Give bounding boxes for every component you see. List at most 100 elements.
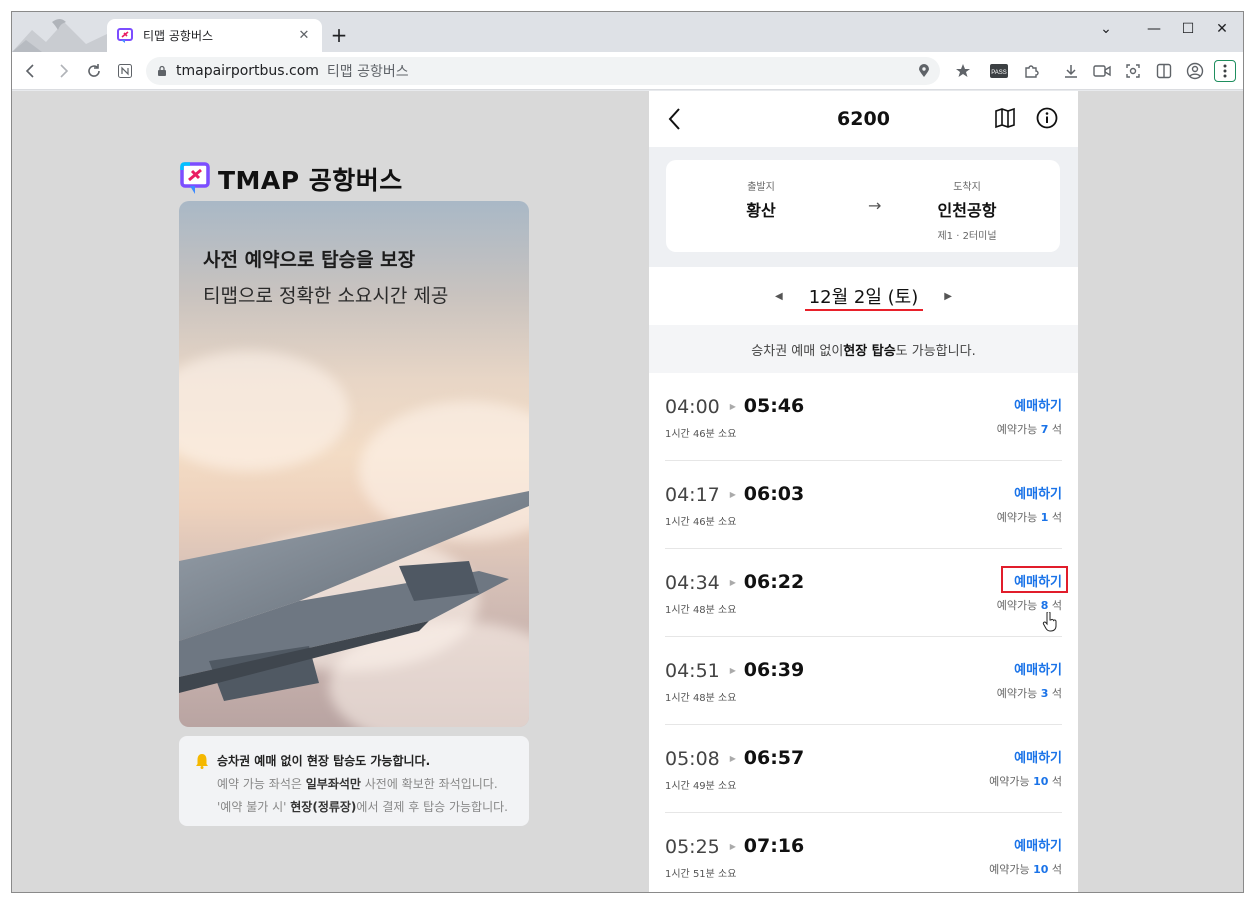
tab-strip: 티맵 공항버스 ✕ + ⌄ — ☐ ✕ (12, 12, 1243, 52)
hand-pointer-icon (1042, 612, 1057, 632)
departure-row: 04:17 ▶ 06:03 1시간 46분 소요 예매하기예약가능 1 석 (665, 461, 1062, 549)
tab-close-icon[interactable]: ✕ (296, 28, 312, 43)
origin: 출발지 황산 (696, 178, 826, 221)
route-section: 출발지 황산 → 도착지 인천공항 제1 · 2터미널 (649, 147, 1078, 267)
departure-time: 04:17 (665, 484, 720, 506)
location-pin-icon[interactable] (918, 64, 930, 78)
departure-row: 04:00 ▶ 05:46 1시간 46분 소요 예매하기 예약가능 7 석 (665, 373, 1062, 461)
hero-banner-image: 사전 예약으로 탑승을 보장 티맵으로 정확한 소요시간 제공 (179, 201, 529, 727)
profile-avatar-icon[interactable] (1184, 60, 1206, 82)
map-icon[interactable] (994, 107, 1016, 129)
book-button[interactable]: 예매하기 (1014, 395, 1062, 414)
tmap-favicon-icon (117, 27, 133, 43)
duration: 1시간 46분 소요 (665, 429, 737, 440)
maximize-button[interactable]: ☐ (1174, 18, 1202, 40)
caret-right-icon: ▶ (729, 754, 736, 763)
tab-active[interactable]: 티맵 공항버스 ✕ (107, 19, 322, 52)
route-card: 출발지 황산 → 도착지 인천공항 제1 · 2터미널 (666, 160, 1060, 252)
hero-title: 사전 예약으로 탑승을 보장 (203, 249, 416, 271)
boarding-notice: 승차권 예매 없이 현장 탑승도 가능합니다. 예약 가능 좌석은 일부좌석만 … (179, 736, 529, 826)
destination-name: 인천공항 (937, 201, 997, 220)
close-window-button[interactable]: ✕ (1208, 18, 1236, 40)
book-button-highlight (1001, 566, 1068, 593)
video-record-icon[interactable] (1091, 60, 1113, 82)
notice-line-2: '예약 불가 시' 현장(정류장)에서 결제 후 탑승 가능합니다. (217, 800, 508, 814)
seat-availability: 예약가능 10 석 (989, 863, 1062, 876)
seat-availability: 예약가능 3 석 (996, 687, 1062, 700)
brand-logo[interactable]: TMAP 공항버스 (180, 161, 403, 197)
arrival-time: 05:46 (743, 395, 805, 417)
book-button[interactable]: 예매하기 (1014, 659, 1062, 678)
prev-date-button[interactable]: ◀ (775, 291, 783, 302)
reload-icon[interactable] (83, 60, 105, 82)
origin-label: 출발지 (747, 182, 775, 193)
side-panel-icon[interactable] (1153, 60, 1175, 82)
selected-date[interactable]: 12월 2일 (토) (809, 283, 919, 309)
arrival-time: 06:22 (743, 571, 805, 593)
caret-right-icon: ▶ (729, 666, 736, 675)
address-bar[interactable]: tmapairportbus.com 티맵 공항버스 (146, 57, 940, 85)
bookmark-star-icon[interactable] (952, 60, 974, 82)
screenshot-icon[interactable] (1122, 60, 1144, 82)
next-date-button[interactable]: ▶ (944, 291, 952, 302)
duration: 1시간 48분 소요 (665, 605, 737, 616)
arrival-time: 06:57 (743, 747, 805, 769)
extensions-puzzle-icon[interactable] (1020, 60, 1042, 82)
tab-search-chevron-icon[interactable]: ⌄ (1092, 18, 1120, 40)
browser-toolbar: tmapairportbus.com 티맵 공항버스 PASS (12, 52, 1243, 90)
caret-right-icon: ▶ (729, 490, 736, 499)
departure-row: 04:51 ▶ 06:39 1시간 48분 소요 예매하기예약가능 3 석 (665, 637, 1062, 725)
destination-terminal: 제1 · 2터미널 (937, 231, 997, 242)
naver-extension-icon[interactable] (114, 60, 136, 82)
seat-availability: 예약가능 1 석 (996, 511, 1062, 524)
departure-time: 05:25 (665, 836, 720, 858)
departure-row: 05:08 ▶ 06:57 1시간 49분 소요 예매하기예약가능 10 석 (665, 725, 1062, 813)
arrival-time: 06:39 (743, 659, 805, 681)
new-tab-button[interactable]: + (328, 24, 350, 46)
book-button[interactable]: 예매하기 (1014, 835, 1062, 854)
bus-schedule-panel: 6200 출발지 황산 → 도착지 인천공항 제1 · 2터미널 ◀ 12월 2… (649, 91, 1078, 892)
available-seat-count: 10 (1033, 775, 1049, 788)
departure-row: 04:34 ▶ 06:22 1시간 48분 소요 예매하기 예약가능 8 석 (665, 549, 1068, 637)
hero-subtitle: 티맵으로 정확한 소요시간 제공 (203, 285, 449, 307)
arrival-time: 07:16 (743, 835, 805, 857)
seat-availability: 예약가능 7 석 (996, 423, 1062, 436)
duration: 1시간 48분 소요 (665, 693, 737, 704)
menu-kebab-icon[interactable] (1214, 60, 1236, 82)
caret-right-icon: ▶ (729, 842, 736, 851)
origin-name: 황산 (746, 201, 776, 220)
departure-time: 04:51 (665, 660, 720, 682)
theme-artwork (12, 12, 107, 52)
caret-right-icon: ▶ (729, 578, 736, 587)
departure-list: 04:00 ▶ 05:46 1시간 46분 소요 예매하기 예약가능 7 석 04:17 ▶ 0… (665, 373, 1068, 892)
onsite-boarding-info: 승차권 예매 없이 현장 탑승 도 가능합니다. (649, 325, 1078, 373)
arrival-time: 06:03 (743, 483, 805, 505)
departure-time: 05:08 (665, 748, 720, 770)
departure-time: 04:34 (665, 572, 720, 594)
book-button[interactable]: 예매하기 (1014, 483, 1062, 502)
tab-title: 티맵 공항버스 (143, 29, 214, 43)
web-page: TMAP 공항버스 사전 예약으로 탑승을 보장 티맵으로 정확한 소요시간 제… (12, 91, 1243, 892)
bell-icon (196, 753, 208, 769)
tmap-logo-icon (180, 162, 210, 194)
forward-icon[interactable] (52, 60, 74, 82)
duration: 1시간 46분 소요 (665, 517, 737, 528)
url-page-title: 티맵 공항버스 (326, 64, 409, 80)
book-button[interactable]: 예매하기 (1014, 747, 1062, 766)
back-icon[interactable] (20, 60, 42, 82)
available-seat-count: 10 (1033, 863, 1049, 876)
seat-availability: 예약가능 10 석 (989, 775, 1062, 788)
seat-availability: 예약가능 8 석 (996, 599, 1062, 612)
panel-header: 6200 (649, 91, 1078, 147)
minimize-button[interactable]: — (1140, 18, 1168, 40)
pass-extension-icon[interactable]: PASS (988, 60, 1010, 82)
departure-time: 04:00 (665, 396, 720, 418)
brand-name: TMAP 공항버스 (218, 166, 403, 195)
browser-window: 티맵 공항버스 ✕ + ⌄ — ☐ ✕ tmapairportbus.com 티… (11, 11, 1244, 893)
info-icon[interactable] (1036, 107, 1058, 129)
duration: 1시간 49분 소요 (665, 781, 737, 792)
destination-label: 도착지 (953, 182, 981, 193)
lock-icon (158, 65, 166, 76)
back-arrow-icon[interactable] (667, 107, 683, 131)
download-icon[interactable] (1060, 60, 1082, 82)
